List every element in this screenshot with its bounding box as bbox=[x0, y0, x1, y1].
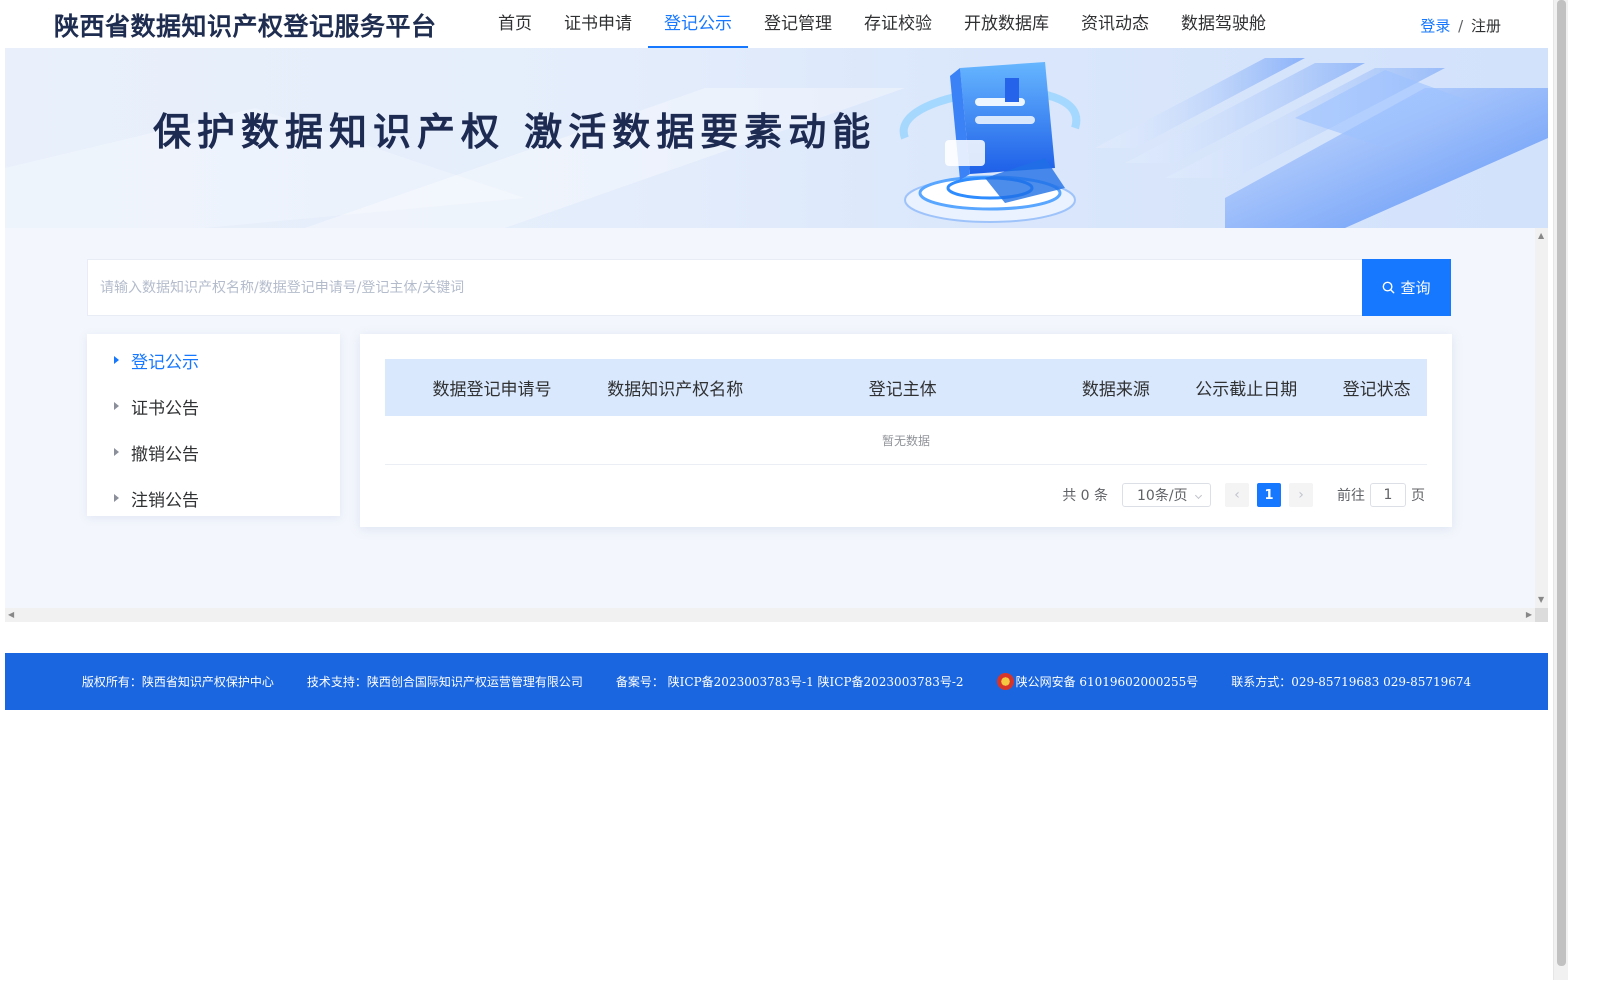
sidebar-item-label: 撤销公告 bbox=[131, 444, 199, 465]
scroll-right-icon[interactable]: ▶ bbox=[1526, 611, 1532, 619]
page-number-current[interactable]: 1 bbox=[1257, 483, 1281, 507]
sidebar-item-label: 登记公示 bbox=[131, 352, 199, 373]
footer-police-text: 陕公网安备 61019602000255号 bbox=[1015, 675, 1199, 689]
login-link[interactable]: 登录 bbox=[1420, 17, 1450, 35]
scroll-left-icon[interactable]: ◀ bbox=[8, 611, 14, 619]
goto-page-input[interactable] bbox=[1370, 483, 1406, 507]
nav-item-registration-publicity[interactable]: 登记公示 bbox=[648, 0, 748, 48]
content-vertical-scrollbar[interactable]: ▲ ▼ bbox=[1535, 228, 1548, 608]
pagination-total: 共 0 条 bbox=[1062, 488, 1108, 504]
nav-item-certificate-apply[interactable]: 证书申请 bbox=[548, 0, 648, 48]
caret-right-icon bbox=[114, 448, 119, 456]
sidebar-item-revocation-announcement[interactable]: 撤销公告 bbox=[87, 429, 340, 475]
sidebar-item-cancellation-announcement[interactable]: 注销公告 bbox=[87, 475, 340, 521]
banner-slogan: 保护数据知识产权 激活数据要素动能 bbox=[153, 109, 877, 154]
column-header-registrant[interactable]: 登记主体 bbox=[751, 375, 1054, 400]
hero-banner: 保护数据知识产权 激活数据要素动能 bbox=[5, 48, 1548, 228]
column-header-status[interactable]: 登记状态 bbox=[1326, 375, 1427, 400]
nav-item-evidence-verification[interactable]: 存证校验 bbox=[848, 0, 948, 48]
goto-label: 前往 bbox=[1337, 488, 1365, 504]
table-empty-state: 暂无数据 bbox=[385, 416, 1427, 465]
footer-contact: 联系方式：029-85719683 029-85719674 bbox=[1231, 675, 1472, 689]
caret-right-icon bbox=[114, 494, 119, 502]
table-header: 数据登记申请号 数据知识产权名称 登记主体 数据来源 公示截止日期 登记状态 bbox=[385, 359, 1427, 416]
sidebar-item-registration-publicity[interactable]: 登记公示 bbox=[87, 337, 340, 383]
nav-item-home[interactable]: 首页 bbox=[482, 0, 548, 48]
nav-item-registration-management[interactable]: 登记管理 bbox=[748, 0, 848, 48]
site-footer: 版权所有：陕西省知识产权保护中心 技术支持：陕西创合国际知识产权运营管理有限公司… bbox=[5, 653, 1548, 710]
top-header: 陕西省数据知识产权登记服务平台 首页 证书申请 登记公示 登记管理 存证校验 开… bbox=[5, 0, 1548, 48]
footer-tech-support: 技术支持：陕西创合国际知识产权运营管理有限公司 bbox=[306, 675, 583, 689]
auth-links: 登录 / 注册 bbox=[1420, 15, 1501, 36]
page-vertical-scrollbar[interactable] bbox=[1553, 0, 1568, 980]
nav-item-data-cockpit[interactable]: 数据驾驶舱 bbox=[1165, 0, 1282, 48]
search-button[interactable]: 查询 bbox=[1362, 259, 1451, 316]
chevron-left-icon: ‹ bbox=[1234, 487, 1240, 503]
sidebar-menu: 登记公示 证书公告 撤销公告 注销公告 bbox=[87, 334, 340, 516]
caret-right-icon bbox=[114, 356, 119, 364]
search-input[interactable] bbox=[88, 260, 1362, 315]
column-header-deadline[interactable]: 公示截止日期 bbox=[1166, 375, 1326, 400]
prev-page-button[interactable]: ‹ bbox=[1225, 483, 1249, 507]
site-title[interactable]: 陕西省数据知识产权登记服务平台 bbox=[54, 7, 437, 43]
search-bar: 查询 bbox=[87, 259, 1451, 316]
police-emblem-icon bbox=[996, 673, 1014, 690]
chevron-right-icon: › bbox=[1298, 487, 1304, 503]
scroll-up-icon[interactable]: ▲ bbox=[1538, 232, 1544, 240]
page-scrollbar-thumb[interactable] bbox=[1557, 0, 1566, 966]
scroll-down-icon[interactable]: ▼ bbox=[1538, 596, 1544, 604]
register-link[interactable]: 注册 bbox=[1471, 17, 1501, 35]
footer-police-record[interactable]: 陕公网安备 61019602000255号 bbox=[996, 673, 1199, 690]
search-button-label: 查询 bbox=[1400, 279, 1431, 297]
next-page-button[interactable]: › bbox=[1289, 483, 1313, 507]
footer-icp[interactable]: 备案号： 陕ICP备2023003783号-1 陕ICP备2023003783号… bbox=[616, 673, 964, 690]
sidebar-item-label: 注销公告 bbox=[131, 490, 199, 511]
chevron-down-icon bbox=[1194, 491, 1203, 500]
sidebar-item-label: 证书公告 bbox=[131, 398, 199, 419]
main-nav: 首页 证书申请 登记公示 登记管理 存证校验 开放数据库 资讯动态 数据驾驶舱 bbox=[482, 0, 1282, 48]
results-table: 数据登记申请号 数据知识产权名称 登记主体 数据来源 公示截止日期 登记状态 暂… bbox=[385, 359, 1427, 465]
search-icon bbox=[1383, 281, 1395, 294]
sidebar-item-certificate-announcement[interactable]: 证书公告 bbox=[87, 383, 340, 429]
scrollbar-corner bbox=[1535, 608, 1548, 622]
goto-unit: 页 bbox=[1411, 488, 1425, 504]
column-header-data-source[interactable]: 数据来源 bbox=[1065, 375, 1166, 400]
nav-item-open-database[interactable]: 开放数据库 bbox=[948, 0, 1065, 48]
nav-item-news[interactable]: 资讯动态 bbox=[1065, 0, 1165, 48]
main-content: 查询 登记公示 证书公告 撤销公告 注销公告 bbox=[5, 228, 1535, 608]
caret-right-icon bbox=[114, 402, 119, 410]
column-header-ip-name[interactable]: 数据知识产权名称 bbox=[599, 375, 751, 400]
auth-separator: / bbox=[1458, 17, 1464, 35]
results-card: 数据登记申请号 数据知识产权名称 登记主体 数据来源 公示截止日期 登记状态 暂… bbox=[360, 334, 1452, 527]
pagination: 共 0 条 10条/页 ‹ 1 › 前往 页 bbox=[1062, 482, 1425, 508]
content-horizontal-scrollbar[interactable]: ◀ ▶ bbox=[5, 608, 1535, 622]
page: 陕西省数据知识产权登记服务平台 首页 证书申请 登记公示 登记管理 存证校验 开… bbox=[0, 0, 1600, 1000]
page-size-select[interactable]: 10条/页 bbox=[1122, 483, 1211, 507]
footer-copyright: 版权所有：陕西省知识产权保护中心 bbox=[81, 675, 274, 689]
column-header-application-number[interactable]: 数据登记申请号 bbox=[385, 375, 599, 400]
page-size-value: 10条/页 bbox=[1137, 488, 1188, 504]
